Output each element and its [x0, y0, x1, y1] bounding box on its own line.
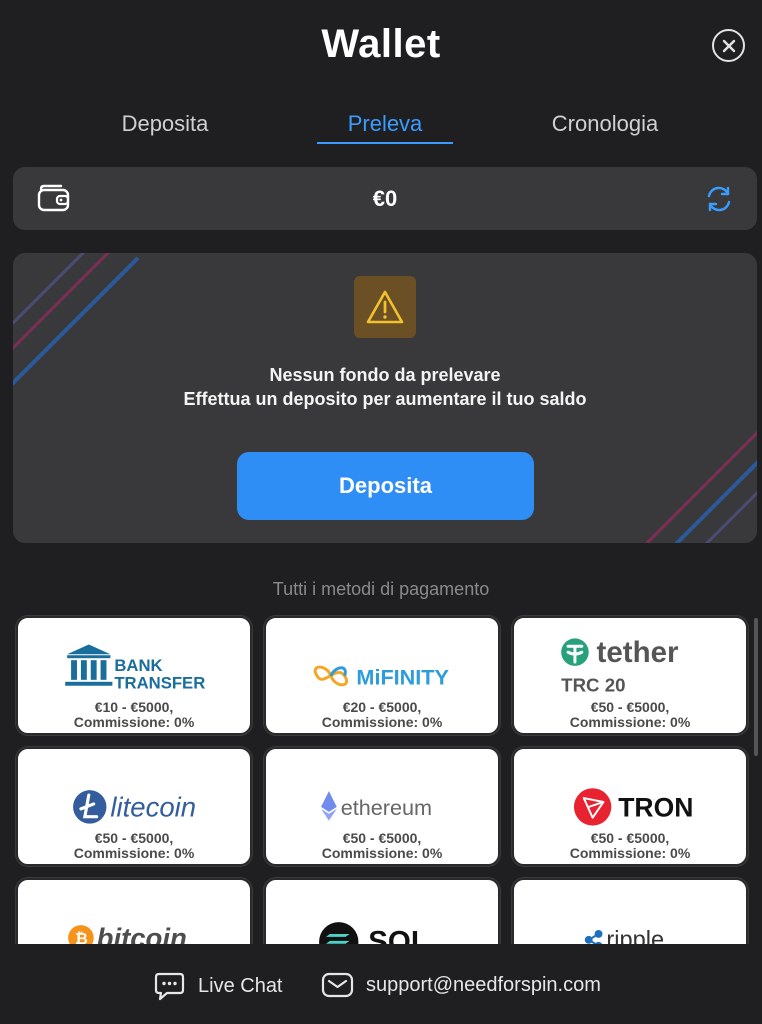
- bitcoin-logo-text: bitcoin: [97, 923, 187, 944]
- payment-method-ethereum[interactable]: ethereum €50 - €5000, Commissione: 0%: [264, 747, 500, 866]
- payment-methods-heading: Tutti i metodi di pagamento: [272, 579, 490, 599]
- payment-method-fee: Commissione: 0%: [321, 845, 443, 861]
- active-tab-indicator: [317, 142, 453, 144]
- tab-preleva-label: Preleva: [347, 111, 423, 136]
- wallet-tabs: Deposita Preleva Cronologia: [0, 106, 762, 146]
- balance-bar: €0: [13, 167, 757, 230]
- tether-logo-sub: TRC 20: [561, 674, 625, 692]
- no-funds-subtitle: Effettua un deposito per aumentare il tu…: [183, 389, 587, 409]
- ripple-logo: ripple: [584, 927, 664, 944]
- tab-deposita[interactable]: Deposita: [95, 106, 235, 146]
- payment-method-bitcoin[interactable]: ₿ bitcoin: [16, 878, 252, 944]
- no-funds-title: Nessun fondo da prelevare: [269, 365, 501, 385]
- warning-icon: [366, 290, 404, 324]
- no-funds-panel: Nessun fondo da prelevare Effettua un de…: [13, 253, 757, 543]
- ripple-logo-text: ripple: [606, 927, 664, 944]
- decorative-stripes: [644, 430, 757, 543]
- mifinity-logo-text: MiFINITY: [356, 665, 449, 690]
- tab-deposita-label: Deposita: [121, 111, 209, 136]
- payment-methods-scrollbar[interactable]: [754, 618, 758, 756]
- page-title: Wallet: [321, 22, 441, 66]
- support-footer: Live Chat support@needforspin.com: [0, 944, 762, 1024]
- payment-method-litecoin[interactable]: litecoin €50 - €5000, Commissione: 0%: [16, 747, 252, 866]
- payment-method-fee: Commissione: 0%: [321, 714, 443, 730]
- payment-method-range: €20 - €5000,: [342, 699, 422, 715]
- litecoin-logo: litecoin: [73, 790, 196, 824]
- payment-method-fee: Commissione: 0%: [73, 714, 195, 730]
- tab-preleva[interactable]: Preleva: [317, 106, 453, 146]
- payment-method-tron[interactable]: TRON €50 - €5000, Commissione: 0%: [512, 747, 748, 866]
- close-button[interactable]: [712, 29, 745, 62]
- live-chat-link[interactable]: Live Chat: [153, 971, 283, 1001]
- payment-method-ripple[interactable]: ripple: [512, 878, 748, 944]
- solana-logo: SOL: [319, 922, 429, 944]
- payment-method-range: €50 - €5000,: [590, 699, 670, 715]
- warning-badge: [354, 276, 416, 338]
- bank-transfer-logo: BANK TRANSFER: [65, 644, 205, 693]
- refresh-icon[interactable]: [703, 183, 735, 215]
- live-chat-label: Live Chat: [198, 974, 283, 997]
- payment-method-range: €10 - €5000,: [94, 699, 174, 715]
- payment-method-bank-transfer[interactable]: BANK TRANSFER €10 - €5000, Commissione: …: [16, 616, 252, 735]
- payment-methods-grid: BANK TRANSFER €10 - €5000, Commissione: …: [0, 614, 762, 944]
- support-email-link[interactable]: support@needforspin.com: [321, 971, 601, 999]
- payment-method-fee: Commissione: 0%: [73, 845, 195, 861]
- svg-text:₿: ₿: [75, 930, 88, 944]
- deposit-button[interactable]: Deposita: [237, 452, 534, 520]
- payment-method-range: €50 - €5000,: [94, 830, 174, 846]
- tron-logo-text: TRON: [618, 793, 693, 823]
- payment-method-tether[interactable]: tether TRC 20 €50 - €5000, Commissione: …: [512, 616, 748, 735]
- bank-transfer-logo-line1: BANK: [114, 656, 162, 675]
- payment-method-range: €50 - €5000,: [342, 830, 422, 846]
- payment-method-solana[interactable]: SOL: [264, 878, 500, 944]
- litecoin-logo-text: litecoin: [110, 792, 196, 823]
- solana-logo-text: SOL: [368, 926, 429, 944]
- bank-transfer-logo-line2: TRANSFER: [114, 674, 205, 693]
- tether-logo-text: tether: [597, 636, 679, 669]
- payment-method-mifinity[interactable]: MiFINITY €20 - €5000, Commissione: 0%: [264, 616, 500, 735]
- bitcoin-logo: ₿ bitcoin: [68, 923, 187, 944]
- envelope-icon: [321, 972, 354, 998]
- ethereum-logo-text: ethereum: [341, 795, 432, 820]
- payment-method-fee: Commissione: 0%: [569, 714, 691, 730]
- tron-logo: TRON: [573, 788, 693, 826]
- close-icon: [722, 39, 735, 52]
- ethereum-logo: ethereum: [321, 791, 432, 821]
- tab-cronologia-label: Cronologia: [551, 111, 659, 136]
- payment-method-range: €50 - €5000,: [590, 830, 670, 846]
- mifinity-logo: MiFINITY: [313, 665, 449, 690]
- balance-amount: €0: [372, 186, 398, 211]
- support-email: support@needforspin.com: [366, 973, 601, 996]
- tab-cronologia[interactable]: Cronologia: [530, 106, 680, 146]
- tether-logo: tether TRC 20: [561, 636, 679, 692]
- payment-method-fee: Commissione: 0%: [569, 845, 691, 861]
- chat-bubble-icon: [154, 972, 185, 1001]
- no-funds-message: Nessun fondo da prelevare Effettua un de…: [13, 363, 757, 411]
